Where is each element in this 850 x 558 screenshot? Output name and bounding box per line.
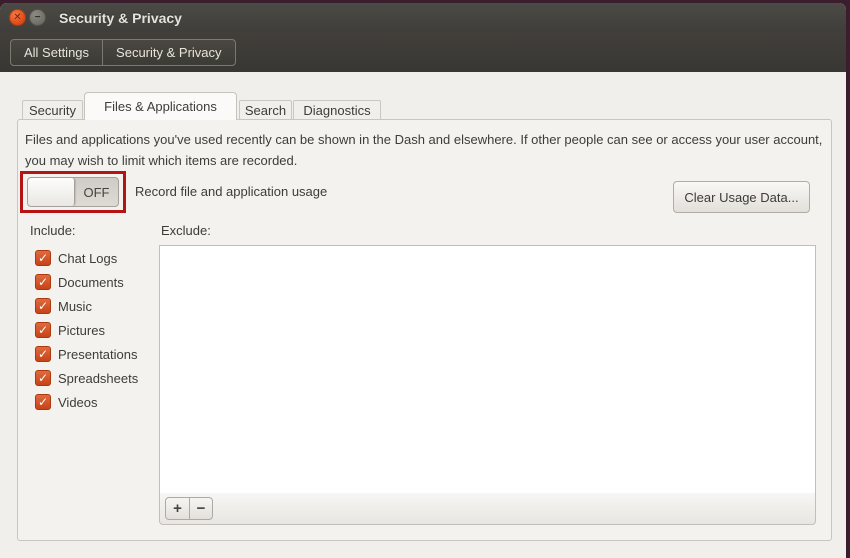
security-privacy-window: ✕ − Security & Privacy All Settings Secu… <box>0 3 846 558</box>
exclude-label: Exclude: <box>161 223 211 238</box>
check-icon: ✓ <box>37 275 49 289</box>
checkbox-checked-icon[interactable]: ✓ <box>35 322 51 338</box>
checkbox-checked-icon[interactable]: ✓ <box>35 298 51 314</box>
include-item-spreadsheets[interactable]: ✓ Spreadsheets <box>35 366 138 390</box>
files-applications-panel: Files and applications you've used recen… <box>17 119 832 541</box>
minus-icon: − <box>196 500 206 517</box>
include-item-chat-logs[interactable]: ✓ Chat Logs <box>35 246 138 270</box>
include-item-label: Videos <box>58 394 98 410</box>
desktop-background: ✕ − Security & Privacy All Settings Secu… <box>0 0 850 558</box>
minimize-icon: − <box>34 11 41 23</box>
tab-files-applications[interactable]: Files & Applications <box>84 92 237 120</box>
clear-usage-data-button[interactable]: Clear Usage Data... <box>673 181 810 213</box>
tab-strip: Security Files & Applications Search Dia… <box>0 72 846 120</box>
plus-icon: + <box>173 500 182 517</box>
include-label: Include: <box>30 223 76 238</box>
record-usage-switch[interactable]: OFF <box>27 177 119 207</box>
check-icon: ✓ <box>37 371 49 385</box>
annotation-highlight-box: OFF <box>20 171 126 213</box>
checkbox-checked-icon[interactable]: ✓ <box>35 394 51 410</box>
checkbox-checked-icon[interactable]: ✓ <box>35 274 51 290</box>
include-item-presentations[interactable]: ✓ Presentations <box>35 342 138 366</box>
breadcrumb-bar: All Settings Security & Privacy <box>0 32 846 72</box>
checkbox-checked-icon[interactable]: ✓ <box>35 346 51 362</box>
include-item-videos[interactable]: ✓ Videos <box>35 390 138 414</box>
remove-exclude-button[interactable]: − <box>189 498 212 519</box>
tab-search[interactable]: Search <box>239 100 292 120</box>
include-item-pictures[interactable]: ✓ Pictures <box>35 318 138 342</box>
include-item-label: Music <box>58 298 92 314</box>
tab-diagnostics[interactable]: Diagnostics <box>293 100 381 120</box>
add-exclude-button[interactable]: + <box>166 498 189 519</box>
tab-security[interactable]: Security <box>22 100 83 120</box>
breadcrumb-security-privacy[interactable]: Security & Privacy <box>102 40 234 65</box>
include-item-documents[interactable]: ✓ Documents <box>35 270 138 294</box>
checkbox-checked-icon[interactable]: ✓ <box>35 370 51 386</box>
titlebar: ✕ − Security & Privacy <box>0 3 846 32</box>
breadcrumb: All Settings Security & Privacy <box>10 39 236 66</box>
include-item-music[interactable]: ✓ Music <box>35 294 138 318</box>
minimize-button[interactable]: − <box>29 9 46 26</box>
include-item-label: Chat Logs <box>58 250 118 266</box>
close-icon: ✕ <box>13 11 22 23</box>
window-title: Security & Privacy <box>59 9 182 26</box>
include-item-label: Documents <box>58 274 124 290</box>
include-list: ✓ Chat Logs ✓ Documents ✓ Music ✓ Pictur… <box>35 246 138 414</box>
checkbox-checked-icon[interactable]: ✓ <box>35 250 51 266</box>
exclude-list-toolbar: + − <box>159 493 816 525</box>
check-icon: ✓ <box>37 251 49 265</box>
panel-description: Files and applications you've used recen… <box>25 132 823 168</box>
breadcrumb-all-settings[interactable]: All Settings <box>11 40 102 65</box>
check-icon: ✓ <box>37 299 49 313</box>
include-item-label: Spreadsheets <box>58 370 139 386</box>
switch-knob[interactable] <box>28 178 75 206</box>
close-button[interactable]: ✕ <box>9 9 26 26</box>
check-icon: ✓ <box>37 347 49 361</box>
switch-state-label: OFF <box>83 184 110 200</box>
include-item-label: Presentations <box>58 346 138 362</box>
include-item-label: Pictures <box>58 322 105 338</box>
record-usage-label: Record file and application usage <box>135 184 328 199</box>
check-icon: ✓ <box>37 323 49 337</box>
exclude-list[interactable] <box>159 245 816 494</box>
check-icon: ✓ <box>37 395 49 409</box>
exclude-toolbar-buttons: + − <box>165 497 213 520</box>
